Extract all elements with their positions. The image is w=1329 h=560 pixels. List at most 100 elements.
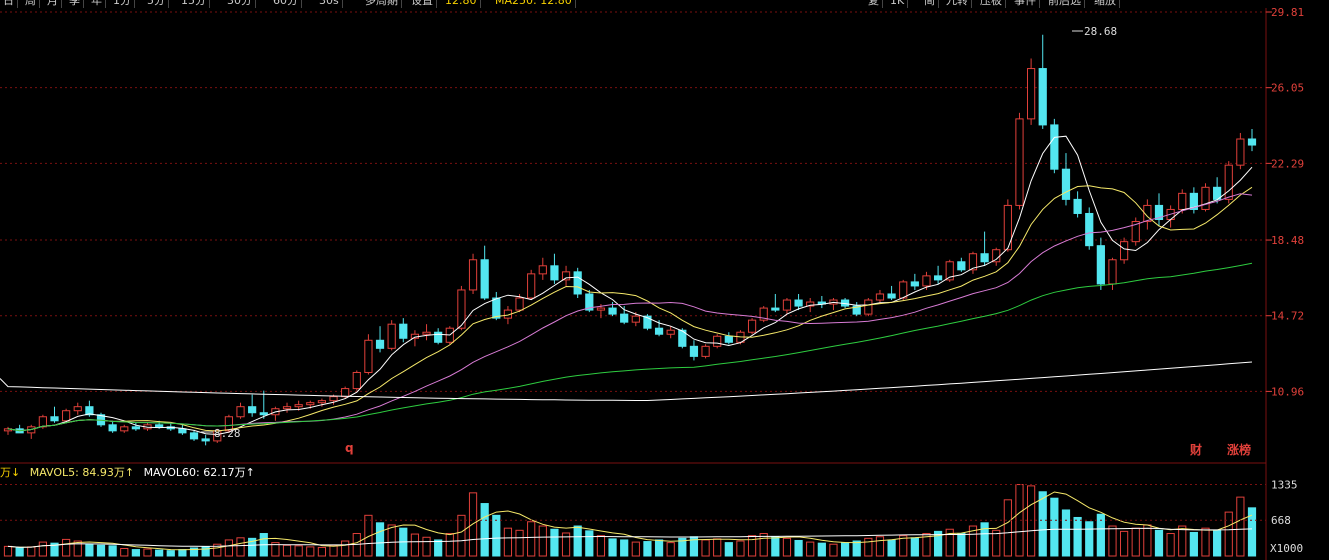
ma250-line [0,361,1253,401]
candle-body [1003,204,1012,251]
volume-bar [224,539,234,557]
volume-bar [654,539,664,557]
candle-body [1073,198,1082,214]
candle-body [1096,245,1105,285]
volume-bar [503,527,513,557]
candle-body [713,335,722,347]
volume-bar [527,521,536,557]
toolbar-item-1[interactable]: 周 [22,0,40,8]
candle-body [933,275,943,281]
volume-bar [596,535,606,557]
toolbar-item-7[interactable]: 15分 [178,0,210,8]
volume-bar [1073,516,1082,557]
candle-body [980,253,989,263]
candle-body [189,432,199,440]
volume-bar [1038,491,1047,557]
toolbar-item-3[interactable]: 季 [66,0,84,8]
volume-bar [131,549,140,557]
candle-body [422,331,431,335]
toolbar-item-6[interactable]: 5分 [144,0,169,8]
price-tick-label: 26.05 [1271,82,1304,95]
toolbar-right-item-6[interactable]: 前后选 [1045,0,1085,8]
price-tick-label: 10.96 [1271,385,1304,398]
toolbar-right-item-7[interactable]: 缩放 [1091,0,1120,8]
volume-bar [27,546,36,557]
volume-bar [736,540,745,557]
price-tick-label: 18.48 [1271,234,1304,247]
candle-body [899,281,908,299]
volume-unit-label: X1000 [1270,542,1303,555]
candle-body [352,371,361,390]
toolbar-right-item-0[interactable]: 复 [865,0,883,8]
candle-body [108,424,117,432]
toolbar-item-5[interactable]: 1分 [110,0,135,8]
volume-bar [806,541,815,557]
candle-body [747,319,757,333]
volume-bar [864,537,873,557]
toolbar-item-10[interactable]: 30s [316,0,343,8]
candle-body [317,400,327,404]
candle-body [620,313,629,323]
candle-body [550,265,559,281]
price-tick-label: 14.72 [1271,310,1304,323]
candle-body [399,323,408,339]
cai-badge[interactable]: 财 [1190,441,1202,458]
top-toolbar: 日周月季年 1分 5分 15分 30分 60分 30s 多周期 设置 12.80 MA250: 12… [0,0,1329,8]
volume-bar [294,545,303,557]
volume-bar [1189,531,1198,557]
toolbar-item-8[interactable]: 30分 [224,0,256,8]
candle-body [282,406,292,410]
candle-body [131,426,140,430]
candle-body [701,345,710,357]
candle-body [1026,68,1036,120]
candle-body [666,329,675,335]
candle-body [724,335,733,343]
volume-bar [1131,527,1140,557]
toolbar-item-4[interactable]: 年 [88,0,106,8]
toolbar-item-0[interactable]: 日 [0,0,18,8]
toolbar-right-item-5[interactable]: 事件 [1011,0,1040,8]
volume-bar [573,525,582,557]
toolbar-item-2[interactable]: 月 [44,0,62,8]
volume-bar [1213,529,1222,557]
volume-bar [1026,485,1036,557]
price-axis: 29.8126.0522.2918.4814.7210.96 [1266,6,1304,398]
volume-bar [457,514,466,557]
volume-bar [434,539,443,557]
toolbar-item-12[interactable]: 设置 [408,0,437,8]
candle-body [689,345,699,357]
price-readout: 12.80 [442,0,481,8]
toolbar-right-item-2[interactable]: 简 [921,0,939,8]
toolbar-right-item-1[interactable]: 1K [887,0,909,8]
volume-bar [643,541,652,557]
toolbar-right-item-4[interactable]: 压板 [977,0,1006,8]
volume-tick-label: 1335 [1271,479,1298,492]
toolbar-item-11[interactable]: 多周期 [362,0,402,8]
volume-bar [957,533,966,557]
volume-bar [341,540,350,557]
candle-body [1085,212,1094,247]
candle-body [62,410,71,422]
volume-bar [538,525,547,557]
candle-body [561,271,571,281]
candle-body [468,259,478,291]
candle-body [771,307,780,311]
mavol60-label: MAVOL60: 62.17万↑ [143,466,255,479]
volume-bar [410,533,420,557]
candle-body [1201,186,1210,210]
candle-body [631,315,640,323]
volume-bar [701,539,710,557]
volume-bar [1247,507,1257,557]
candle-body [794,299,803,307]
volume-bar [875,536,885,557]
zhang-bang-badge[interactable]: 涨榜 [1227,441,1251,458]
candle-body [527,273,536,299]
volume-bar [980,522,989,557]
volume-bar [1143,524,1152,557]
mavol5-label: MAVOL5: 84.93万↑ [29,466,135,479]
toolbar-right-item-3[interactable]: 九转 [943,0,972,8]
volume-bar [550,528,559,557]
low-marker-label: 8.28 [214,427,241,440]
volume-bar [713,538,722,557]
toolbar-item-9[interactable]: 60分 [270,0,302,8]
